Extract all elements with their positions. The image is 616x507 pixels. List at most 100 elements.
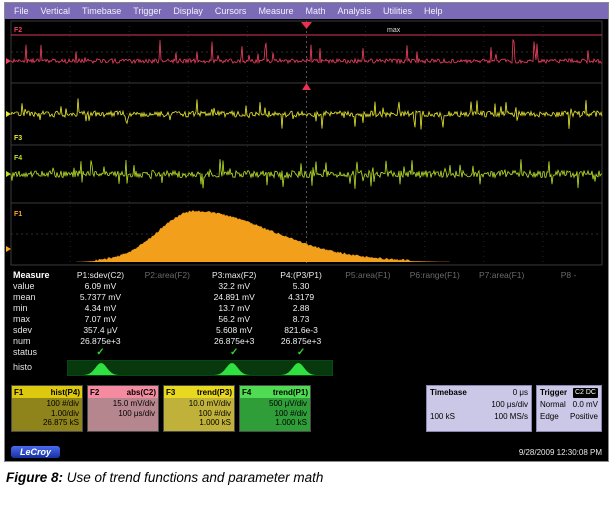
measure-column-header[interactable]: P2:area(F2) [134, 270, 201, 281]
trace-label-f3: F3 [14, 135, 22, 142]
menu-file[interactable]: File [8, 6, 35, 16]
menu-analysis[interactable]: Analysis [331, 6, 377, 16]
measure-value: 26.875e+3 [268, 336, 335, 347]
descriptor-line: 100 μs/div [90, 409, 155, 419]
timebase-title: Timebase [430, 388, 467, 398]
timebase-scale: 100 μs/div [491, 400, 528, 410]
trigger-type: Edge [540, 412, 559, 422]
trigger-title: Trigger [540, 388, 567, 398]
descriptor-function: abs(C2) [127, 388, 156, 397]
figure-caption-text: Use of trend functions and parameter mat… [67, 470, 324, 485]
trigger-source-badge: C2 DC [573, 388, 598, 398]
descriptor-id: F1 [14, 388, 23, 397]
measure-value: 4.3179 [268, 292, 335, 303]
measure-value: 8.73 [268, 314, 335, 325]
menu-math[interactable]: Math [299, 6, 331, 16]
trigger-position-marker [301, 22, 312, 29]
waveform-grid: max F2 F3 F4 F1 [5, 19, 608, 269]
measure-value: 821.6e-3 [268, 325, 335, 336]
measure-row-label: max [13, 314, 67, 325]
measure-value: 357.4 μV [67, 325, 134, 336]
descriptor-line: 1.00/div [14, 409, 79, 419]
timestamp: 9/28/2009 12:30:08 PM [519, 448, 602, 457]
trace-descriptor-f1[interactable]: F1hist(P4) 100 #/div 1.00/div 26.875 kS [11, 385, 83, 432]
menu-vertical[interactable]: Vertical [35, 6, 77, 16]
measure-row-label: sdev [13, 325, 67, 336]
measure-status-check: ✓ [67, 347, 134, 358]
measure-value: 5.30 [268, 281, 335, 292]
measure-column-header[interactable]: P7:area(F1) [468, 270, 535, 281]
measure-value: 26.875e+3 [67, 336, 134, 347]
measure-column-header[interactable]: P1:sdev(C2) [67, 270, 134, 281]
menu-trigger[interactable]: Trigger [127, 6, 167, 16]
measure-row-label: min [13, 303, 67, 314]
trigger-level: 0.0 mV [573, 400, 598, 410]
measure-column-header[interactable]: P8 - [535, 270, 602, 281]
measure-column-header[interactable]: P5:area(F1) [335, 270, 402, 281]
measure-value: 5.608 mV [201, 325, 268, 336]
trace-descriptor-f2[interactable]: F2abs(C2) 15.0 mV/div 100 μs/div [87, 385, 159, 432]
timebase-offset: 0 μs [513, 388, 528, 398]
menu-cursors[interactable]: Cursors [209, 6, 253, 16]
descriptor-function: trend(P3) [197, 388, 232, 397]
figure-caption-number: Figure 8: [6, 470, 63, 485]
trigger-coupling: DC [586, 389, 596, 396]
descriptor-row-spacer [315, 385, 422, 432]
trigger-source: C2 [575, 389, 584, 396]
descriptor-function: hist(P4) [51, 388, 80, 397]
waveform-display: max F2 F3 F4 F1 [5, 19, 608, 269]
measure-value: 2.88 [268, 303, 335, 314]
measure-value: 32.2 mV [201, 281, 268, 292]
menu-bar: File Vertical Timebase Trigger Display C… [5, 3, 608, 19]
trace-descriptor-f4[interactable]: F4trend(P1) 500 μV/div 100 #/div 1.000 k… [239, 385, 311, 432]
status-bar: LeCroy 9/28/2009 12:30:08 PM [5, 443, 608, 461]
measure-value: 7.07 mV [67, 314, 134, 325]
measure-value: 6.09 mV [67, 281, 134, 292]
measure-status-check: ✓ [268, 347, 335, 358]
trace-descriptor-f3[interactable]: F3 trend(P3) 10.0 mV/div 100 #/div 1.000 … [163, 385, 235, 432]
trace-descriptor-row: F1hist(P4) 100 #/div 1.00/div 26.875 kS … [5, 385, 608, 432]
measure-row-label: histo [13, 362, 67, 373]
descriptor-line: 1.000 kS [166, 418, 231, 428]
descriptor-line: 100 #/div [166, 409, 231, 419]
max-cursor-label: max [387, 27, 401, 34]
measure-value: 26.875e+3 [201, 336, 268, 347]
trace-label-f4: F4 [14, 155, 22, 162]
measure-column-header[interactable]: P4:(P3/P1) [268, 270, 335, 281]
descriptor-function: trend(P1) [273, 388, 308, 397]
menu-timebase[interactable]: Timebase [76, 6, 127, 16]
measure-value: 56.2 mV [201, 314, 268, 325]
menu-help[interactable]: Help [418, 6, 449, 16]
measure-panel: MeasureP1:sdev(C2)P2:area(F2)P3:max(F2)P… [5, 269, 608, 377]
lecroy-logo: LeCroy [11, 446, 60, 458]
measure-table: MeasureP1:sdev(C2)P2:area(F2)P3:max(F2)P… [13, 270, 602, 377]
measure-column-header[interactable]: P6:range(F1) [401, 270, 468, 281]
menu-measure[interactable]: Measure [252, 6, 299, 16]
timebase-panel[interactable]: Timebase0 μs 100 μs/div 100 kS100 MS/s [426, 385, 532, 432]
figure-caption: Figure 8: Use of trend functions and par… [6, 470, 323, 485]
measure-value: 4.34 mV [67, 303, 134, 314]
trigger-slope: Positive [570, 412, 598, 422]
descriptor-line: 26.875 kS [14, 418, 79, 428]
trace-label-f1: F1 [14, 211, 22, 218]
measure-value: 13.7 mV [201, 303, 268, 314]
descriptor-line: 100 #/div [242, 409, 307, 419]
measure-value: 5.7377 mV [67, 292, 134, 303]
measure-column-header[interactable]: P3:max(F2) [201, 270, 268, 281]
measure-row-label: status [13, 347, 67, 358]
descriptor-id: F4 [242, 388, 251, 397]
descriptor-line: 1.000 kS [242, 418, 307, 428]
trigger-panel[interactable]: Trigger C2 DC Normal 0.0 mV Edge Positive [536, 385, 602, 432]
measure-title: Measure [13, 270, 67, 281]
oscilloscope-window: File Vertical Timebase Trigger Display C… [4, 2, 609, 462]
trigger-mode: Normal [540, 400, 566, 410]
menu-utilities[interactable]: Utilities [377, 6, 418, 16]
histo-thumbnails [67, 360, 333, 376]
trace-label-f2: F2 [14, 27, 22, 34]
descriptor-line: 10.0 mV/div [166, 399, 231, 409]
measure-row-label: num [13, 336, 67, 347]
menu-display[interactable]: Display [167, 6, 209, 16]
measure-value: 24.891 mV [201, 292, 268, 303]
measure-row-label: mean [13, 292, 67, 303]
descriptor-id: F3 [166, 388, 175, 397]
